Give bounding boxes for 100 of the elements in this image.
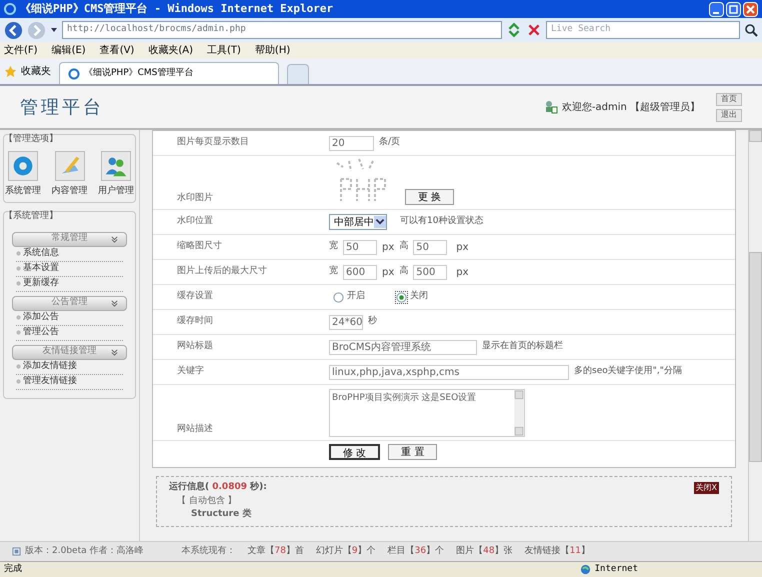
input-field[interactable]: 600 xyxy=(343,264,377,280)
bullet-icon xyxy=(16,315,21,320)
close-icon[interactable] xyxy=(743,2,758,16)
sidebar-link[interactable]: 管理友情链接 xyxy=(23,374,77,388)
stat-text: 图片【48】张 xyxy=(456,544,513,558)
stats-label: 本系统现有： xyxy=(181,544,236,558)
scrollbar[interactable] xyxy=(748,130,762,541)
stat-text: 栏目【36】个 xyxy=(388,544,444,558)
sidebar-link[interactable]: 添加公告 xyxy=(23,310,59,324)
field-label: 高 xyxy=(399,240,408,254)
scroll-thumb[interactable] xyxy=(749,252,762,462)
section-button[interactable]: 公告管理 xyxy=(12,296,127,310)
radio-label: 开启 xyxy=(347,290,365,304)
chevron-icon xyxy=(111,348,118,356)
position-dropdown[interactable]: 中部居中 xyxy=(329,214,387,230)
radio-button[interactable] xyxy=(396,292,407,302)
field-label: 水印图片 xyxy=(177,192,213,204)
section-button[interactable]: 常规管理 xyxy=(12,232,127,246)
menu-item[interactable]: 收藏夹(A) xyxy=(148,43,193,58)
bullet-icon xyxy=(16,330,21,335)
browser-tab[interactable]: 《细说PHP》CMS管理平台 xyxy=(59,62,279,84)
field-label: 缩略图尺寸 xyxy=(177,240,222,254)
field-label: 关键字 xyxy=(177,365,204,378)
stop-icon[interactable] xyxy=(526,22,542,38)
menu-item[interactable]: 工具(T) xyxy=(207,43,241,58)
bullet-icon xyxy=(16,364,21,369)
radio-button[interactable] xyxy=(333,292,344,302)
sidebar-link[interactable]: 管理公告 xyxy=(23,326,59,340)
panel-title: 【系统管理】 xyxy=(4,210,59,223)
field-note: 条/页 xyxy=(379,136,400,150)
field-note: 多的seo关键字使用","分隔 xyxy=(574,365,682,378)
submit-button[interactable]: 修 改 xyxy=(329,444,380,460)
field-label: 水印位置 xyxy=(177,215,213,228)
favorites-button[interactable]: 收藏夹 xyxy=(21,64,51,79)
gear-icon[interactable] xyxy=(8,150,38,180)
sidebar-link[interactable]: 基本设置 xyxy=(23,262,59,276)
runtime-line: 【 自动包含 】 xyxy=(176,494,238,508)
maximize-icon[interactable] xyxy=(726,2,741,16)
users-icon[interactable] xyxy=(101,150,131,180)
stat-text: 友情链接【11】 xyxy=(524,544,590,558)
sidebar-link[interactable]: 系统信息 xyxy=(23,246,59,260)
dropdown-caret-icon[interactable] xyxy=(50,26,58,34)
address-field[interactable]: http://localhost/brocms/admin.php xyxy=(62,21,502,39)
field-note: 可以有10种设置状态 xyxy=(400,215,484,228)
description-textarea[interactable]: BroPHP项目实例演示 这是SEO设置 xyxy=(329,389,525,437)
shortcut-label[interactable]: 系统管理 xyxy=(5,184,41,198)
field-note: 显示在首页的标题栏 xyxy=(482,340,563,354)
input-field[interactable]: 20 xyxy=(329,136,374,150)
bullet-icon xyxy=(16,251,21,256)
zone-text: Internet xyxy=(594,562,638,576)
field-label: 宽 xyxy=(329,240,338,254)
field-label: 网站描述 xyxy=(177,422,213,436)
globe-icon xyxy=(580,564,591,575)
browser-logo-icon xyxy=(68,68,80,80)
unit-label: px xyxy=(382,266,394,280)
reset-button[interactable]: 重 置 xyxy=(388,444,438,460)
menu-item[interactable]: 查看(V) xyxy=(100,43,134,58)
input-field[interactable]: 500 xyxy=(413,264,448,280)
menu-item[interactable]: 编辑(E) xyxy=(52,43,86,58)
input-field[interactable]: 24*60 xyxy=(329,314,363,330)
header-button[interactable]: 首页 xyxy=(716,92,742,106)
shortcut-label[interactable]: 内容管理 xyxy=(52,184,88,198)
section-button[interactable]: 友情链接管理 xyxy=(12,344,127,360)
back-icon[interactable] xyxy=(4,20,23,40)
menu-item[interactable]: 帮助(H) xyxy=(254,43,290,58)
field-label: 网站标题 xyxy=(177,340,213,354)
dropdown-caret-icon[interactable] xyxy=(374,215,386,229)
change-button[interactable]: 更 换 xyxy=(405,189,454,205)
bullet-icon xyxy=(16,379,21,384)
minimize-icon[interactable] xyxy=(709,2,724,16)
browser-logo-icon xyxy=(4,3,16,15)
search-icon[interactable] xyxy=(744,23,758,37)
input-field[interactable]: 50 xyxy=(413,240,448,254)
stat-text: 幻灯片【9】个 xyxy=(316,544,376,558)
welcome-text: 欢迎您-admin 【超级管理员】 xyxy=(562,100,700,114)
sidebar-link[interactable]: 更新缓存 xyxy=(23,276,59,290)
input-field[interactable]: linux,php,java,xsphp,cms xyxy=(329,364,569,380)
unit-label: px xyxy=(456,240,469,254)
menu-item[interactable]: 文件(F) xyxy=(4,43,38,58)
runtime-title: 运行信息( 0.0809 秒): xyxy=(169,481,267,494)
window-title: 《细说PHP》CMS管理平台 - Windows Internet Explorer xyxy=(20,0,334,17)
shortcut-label[interactable]: 用户管理 xyxy=(98,184,134,198)
bullet-icon xyxy=(16,266,21,271)
field-label: 图片每页显示数目 xyxy=(177,136,249,150)
scrollbar-icon xyxy=(514,390,524,436)
new-tab-button[interactable] xyxy=(287,64,309,84)
sidebar-link[interactable]: 添加友情链接 xyxy=(23,360,77,374)
info-icon xyxy=(12,547,21,556)
bullet-icon xyxy=(16,281,21,286)
radio-label: 关闭 xyxy=(410,290,428,304)
input-field[interactable]: BroCMS内容管理系统 xyxy=(329,340,477,354)
star-icon[interactable] xyxy=(4,65,17,78)
pencil-icon[interactable] xyxy=(54,150,84,180)
field-label: 宽 xyxy=(329,265,338,278)
refresh-icon[interactable] xyxy=(506,22,522,38)
field-label: 缓存时间 xyxy=(177,315,213,328)
header-button[interactable]: 退出 xyxy=(716,108,742,122)
close-badge[interactable]: 关闭X xyxy=(694,482,719,494)
version-text: 版本：2.0beta 作者：高洛峰 xyxy=(25,544,144,558)
input-field[interactable]: 50 xyxy=(343,240,377,254)
